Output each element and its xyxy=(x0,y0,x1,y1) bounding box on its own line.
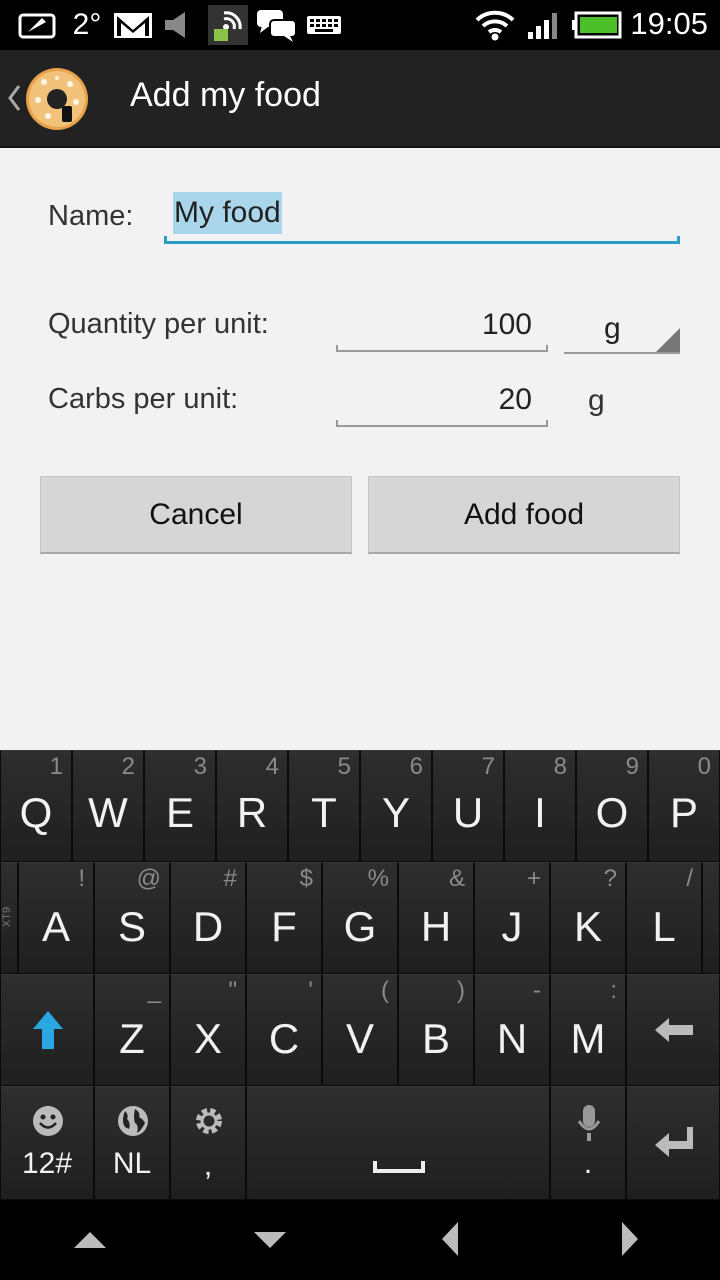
signal-icon xyxy=(526,8,562,42)
chevron-right-icon[interactable] xyxy=(620,1220,640,1258)
cancel-button[interactable]: Cancel xyxy=(40,476,352,554)
temperature-text: 2° xyxy=(72,8,102,41)
carbs-unit: g xyxy=(588,384,605,417)
speaker-icon xyxy=(162,8,196,42)
status-bar: 2° 19:05 xyxy=(0,0,720,50)
dropdown-corner-icon xyxy=(656,328,680,352)
key-o[interactable]: 9O xyxy=(576,750,648,862)
chevron-up-icon[interactable] xyxy=(72,1230,108,1250)
space-key[interactable] xyxy=(246,1086,550,1200)
settings-comma-key[interactable]: , xyxy=(170,1086,246,1200)
key-b[interactable]: ) B xyxy=(398,974,474,1086)
globe-icon xyxy=(118,1106,148,1136)
backspace-key[interactable] xyxy=(626,974,720,1086)
key-g[interactable]: % G xyxy=(322,862,398,974)
add-food-form: Name: My food Quantity per unit: 100 g C… xyxy=(0,148,720,750)
period-label: . xyxy=(583,1147,593,1180)
xt9-label: XT9 xyxy=(1,906,14,928)
enter-arrow-icon xyxy=(655,1127,693,1157)
numeric-emoji-key[interactable]: 12# xyxy=(0,1086,94,1200)
page-title: Add my food xyxy=(130,76,321,114)
key-x[interactable]: " X xyxy=(170,974,246,1086)
backspace-arrow-icon xyxy=(655,1018,693,1042)
key-p[interactable]: 0P xyxy=(648,750,720,862)
add-food-button[interactable]: Add food xyxy=(368,476,680,554)
battery-icon xyxy=(572,8,622,42)
soft-keyboard: 1Q 2W 3E 4R 5T 6Y 7U 8I 9O 0P XT9 ! A @ S … xyxy=(0,750,720,1200)
screen-icon xyxy=(18,8,56,42)
wifi-icon xyxy=(474,8,516,42)
clock: 19:05 xyxy=(630,6,708,41)
quantity-input-value: 100 xyxy=(481,308,532,341)
key-q[interactable]: 1Q xyxy=(0,750,72,862)
xt9-strip[interactable]: XT9 xyxy=(0,862,18,974)
key-y[interactable]: 6Y xyxy=(360,750,432,862)
numeric-label: 12# xyxy=(21,1147,73,1180)
key-v[interactable]: (V xyxy=(322,974,398,1086)
key-t[interactable]: 5T xyxy=(288,750,360,862)
chat-icon xyxy=(256,8,298,42)
chevron-down-icon[interactable] xyxy=(252,1230,288,1250)
smiley-icon xyxy=(33,1106,63,1136)
carbs-input-value: 20 xyxy=(498,383,532,416)
language-label: NL xyxy=(112,1147,152,1180)
key-w[interactable]: 2W xyxy=(72,750,144,862)
key-f[interactable]: $ F xyxy=(246,862,322,974)
shift-key[interactable] xyxy=(0,974,94,1086)
key-j[interactable]: + J xyxy=(474,862,550,974)
key-d[interactable]: # D xyxy=(170,862,246,974)
key-h[interactable]: & H xyxy=(398,862,474,974)
android-signal-icon xyxy=(208,5,248,45)
navigation-bar xyxy=(0,1200,720,1280)
back-chevron-icon[interactable] xyxy=(6,78,22,118)
key-u[interactable]: 7U xyxy=(432,750,504,862)
quantity-label: Quantity per unit: xyxy=(48,308,269,340)
space-bar-icon xyxy=(373,1161,425,1173)
action-bar: Add my food xyxy=(0,50,720,148)
keyboard-icon xyxy=(306,8,342,42)
key-l[interactable]: / L xyxy=(626,862,702,974)
key-n[interactable]: -N xyxy=(474,974,550,1086)
comma-label: , xyxy=(203,1149,213,1182)
language-key[interactable]: NL xyxy=(94,1086,170,1200)
key-c[interactable]: ' C xyxy=(246,974,322,1086)
key-r[interactable]: 4R xyxy=(216,750,288,862)
key-m[interactable]: :M xyxy=(550,974,626,1086)
key-i[interactable]: 8I xyxy=(504,750,576,862)
name-input[interactable]: My food xyxy=(164,192,680,244)
shift-arrow-icon xyxy=(33,1011,63,1049)
chevron-left-icon[interactable] xyxy=(440,1220,460,1258)
quantity-unit-value: g xyxy=(604,312,621,345)
carbs-label: Carbs per unit: xyxy=(48,383,239,415)
name-input-value: My food xyxy=(173,192,282,234)
gear-icon xyxy=(196,1108,222,1134)
key-a[interactable]: ! A xyxy=(18,862,94,974)
voice-period-key[interactable]: . xyxy=(550,1086,626,1200)
enter-key[interactable] xyxy=(626,1086,720,1200)
row2-right-pad xyxy=(702,862,720,974)
key-s[interactable]: @ S xyxy=(94,862,170,974)
quantity-unit-spinner[interactable]: g xyxy=(564,306,680,354)
gmail-icon xyxy=(112,8,154,42)
name-label: Name: xyxy=(48,200,134,232)
donut-icon[interactable] xyxy=(24,66,90,132)
quantity-input[interactable]: 100 xyxy=(336,302,548,352)
key-z[interactable]: _ Z xyxy=(94,974,170,1086)
carbs-input[interactable]: 20 xyxy=(336,377,548,427)
key-e[interactable]: 3E xyxy=(144,750,216,862)
microphone-icon xyxy=(577,1105,601,1141)
key-k[interactable]: ? K xyxy=(550,862,626,974)
